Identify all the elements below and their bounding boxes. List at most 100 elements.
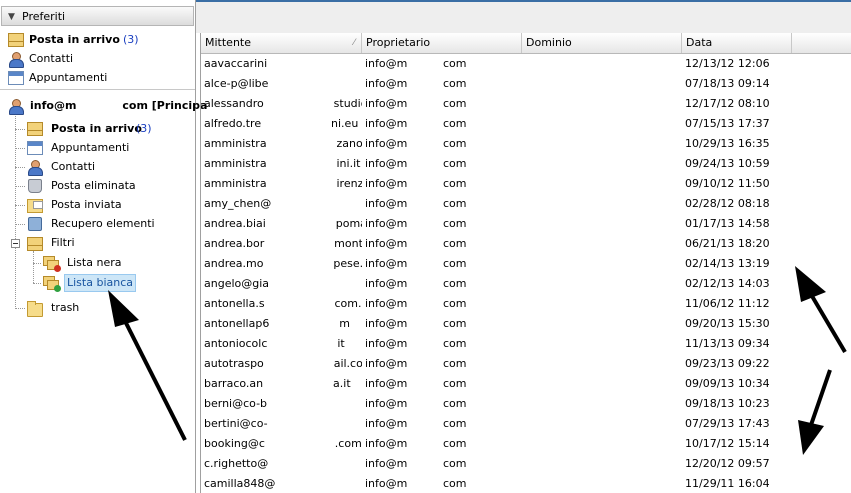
cell-owner: info@m	[365, 337, 408, 350]
folder-appointments-label: Appuntamenti	[51, 141, 130, 154]
table-row[interactable]: angelo@gia info@m com 02/12/13 14:03	[201, 274, 851, 294]
cell-domain: com	[443, 157, 467, 170]
table-row[interactable]: camilla848@ info@m com 11/29/11 16:04	[201, 474, 851, 493]
table-row[interactable]: autotraspo ail.com info@m com 09/23/13 09:2…	[201, 354, 851, 374]
table-row[interactable]: andrea.mo pese.co info@m com 02/14/13 13:19	[201, 254, 851, 274]
cell-date: 09/23/13 09:22	[685, 357, 770, 370]
cell-sender: andrea.bor montana	[204, 237, 362, 250]
contacts-icon	[8, 52, 24, 68]
cell-owner: info@m	[365, 377, 408, 390]
tree-line	[15, 205, 25, 206]
cell-domain: com	[443, 377, 467, 390]
tree-line	[33, 263, 41, 264]
cell-sender: bertini@co-	[204, 417, 268, 430]
tree-line	[15, 129, 25, 130]
folder-whitelist-label: Lista bianca	[64, 274, 137, 292]
cell-owner: info@m	[365, 357, 408, 370]
collapse-filters-icon[interactable]	[11, 239, 20, 248]
blacklist-icon	[43, 256, 61, 272]
cell-sender: amministra ini.it	[204, 157, 361, 170]
cell-owner: info@m	[365, 77, 408, 90]
cell-date: 07/18/13 09:14	[685, 77, 770, 90]
column-domain-label: Dominio	[526, 36, 572, 49]
favorite-calendar-label: Appuntamenti	[29, 71, 108, 84]
table-row[interactable]: antoniocolc it info@m com 11/13/13 09:34	[201, 334, 851, 354]
cell-domain: com	[443, 437, 467, 450]
cell-sender: antonella.s com.it	[204, 297, 362, 310]
table-row[interactable]: aavaccarini info@m com 12/13/12 12:06	[201, 54, 851, 74]
table-row[interactable]: amministra irenzospinfo@m com 09/10/12 11:…	[201, 174, 851, 194]
folder-blacklist-label: Lista nera	[67, 256, 122, 269]
tree-line	[15, 224, 25, 225]
cell-date: 09/20/13 15:30	[685, 317, 770, 330]
cell-domain: com	[443, 417, 467, 430]
calendar-icon	[8, 71, 24, 85]
table-row[interactable]: andrea.biai pomanninfo@m com 01/17/13 14:5…	[201, 214, 851, 234]
cell-date: 02/28/12 08:18	[685, 197, 770, 210]
table-row[interactable]: berni@co-b info@m com 09/18/13 10:23	[201, 394, 851, 414]
column-sender-label: Mittente	[205, 36, 251, 49]
message-grid: Mittente ⁄ Proprietario Dominio Data aav…	[200, 33, 851, 493]
column-domain[interactable]: Dominio	[522, 33, 682, 53]
column-date-label: Data	[686, 36, 713, 49]
cell-date: 01/17/13 14:58	[685, 217, 770, 230]
cell-date: 12/17/12 08:10	[685, 97, 770, 110]
cell-owner: info@m	[365, 297, 408, 310]
folder-icon	[27, 301, 43, 317]
column-sender[interactable]: Mittente ⁄	[201, 33, 362, 53]
table-row[interactable]: alessandro studio.it info@m com 12/17/12 08…	[201, 94, 851, 114]
cell-owner: info@m	[365, 397, 408, 410]
cell-sender: amy_chen@	[204, 197, 272, 210]
cell-sender: andrea.mo pese.co	[204, 257, 362, 270]
sent-mail-icon	[27, 199, 43, 213]
cell-date: 09/10/12 11:50	[685, 177, 770, 190]
folder-inbox-label: Posta in arrivo	[51, 122, 142, 135]
grid-header: Mittente ⁄ Proprietario Dominio Data	[201, 33, 851, 54]
cell-domain: com	[443, 97, 467, 110]
cell-date: 02/14/13 13:19	[685, 257, 770, 270]
folder-contacts-label: Contatti	[51, 160, 96, 173]
table-row[interactable]: bertini@co-info@m com 07/29/13 17:43	[201, 414, 851, 434]
favorite-inbox-label: Posta in arrivo	[29, 33, 120, 46]
folder-deleted-label: Posta eliminata	[51, 179, 136, 192]
favorites-header[interactable]: ▼ Preferiti	[1, 6, 194, 26]
cell-owner: info@m	[365, 437, 408, 450]
cell-date: 09/09/13 10:34	[685, 377, 770, 390]
cell-sender: antoniocolc it	[204, 337, 345, 350]
table-row[interactable]: booking@c .com info@m com 10/17/12 15:14	[201, 434, 851, 454]
table-row[interactable]: amy_chen@ info@m com 02/28/12 08:18	[201, 194, 851, 214]
table-row[interactable]: antonella.s com.it info@m com 11/06/12 11:1…	[201, 294, 851, 314]
cell-owner: info@m	[365, 157, 408, 170]
table-row[interactable]: alce-p@libe info@m com 07/18/13 09:14	[201, 74, 851, 94]
cell-date: 07/29/13 17:43	[685, 417, 770, 430]
cell-owner: info@m	[365, 257, 408, 270]
cell-sender: angelo@gia	[204, 277, 270, 290]
column-owner[interactable]: Proprietario	[362, 33, 522, 53]
tree-line	[33, 251, 34, 283]
tree-line	[15, 167, 25, 168]
favorite-contacts-label: Contatti	[29, 52, 74, 65]
column-date[interactable]: Data	[682, 33, 792, 53]
column-owner-label: Proprietario	[366, 36, 431, 49]
table-row[interactable]: barraco.an a.it info@m com 09/09/13 10:34	[201, 374, 851, 394]
cell-owner: info@m	[365, 457, 408, 470]
table-row[interactable]: amministra ini.it info@m com 09/24/13 10:59	[201, 154, 851, 174]
table-row[interactable]: amministra zanoasf info@m com 10/29/13 16:3…	[201, 134, 851, 154]
table-row[interactable]: andrea.bor montanainfo@m com 06/21/13 18:2…	[201, 234, 851, 254]
table-row[interactable]: c.righetto@ info@m com 12/20/12 09:57	[201, 454, 851, 474]
account-label: info@m com [Principa	[30, 99, 208, 112]
table-row[interactable]: alfredo.tre ni.eu info@m com 07/15/13 17:37	[201, 114, 851, 134]
cell-domain: com	[443, 457, 467, 470]
calendar-icon	[27, 141, 43, 155]
collapse-triangle-icon[interactable]: ▼	[8, 12, 15, 22]
tree-line	[15, 186, 25, 187]
cell-domain: com	[443, 337, 467, 350]
cell-date: 10/29/13 16:35	[685, 137, 770, 150]
trash-can-icon	[28, 179, 42, 193]
cell-sender: berni@co-b	[204, 397, 268, 410]
cell-date: 10/17/12 15:14	[685, 437, 770, 450]
table-row[interactable]: antonellap6 m info@m com 09/20/13 15:30	[201, 314, 851, 334]
cell-domain: com	[443, 297, 467, 310]
cell-domain: com	[443, 357, 467, 370]
cell-domain: com	[443, 317, 467, 330]
